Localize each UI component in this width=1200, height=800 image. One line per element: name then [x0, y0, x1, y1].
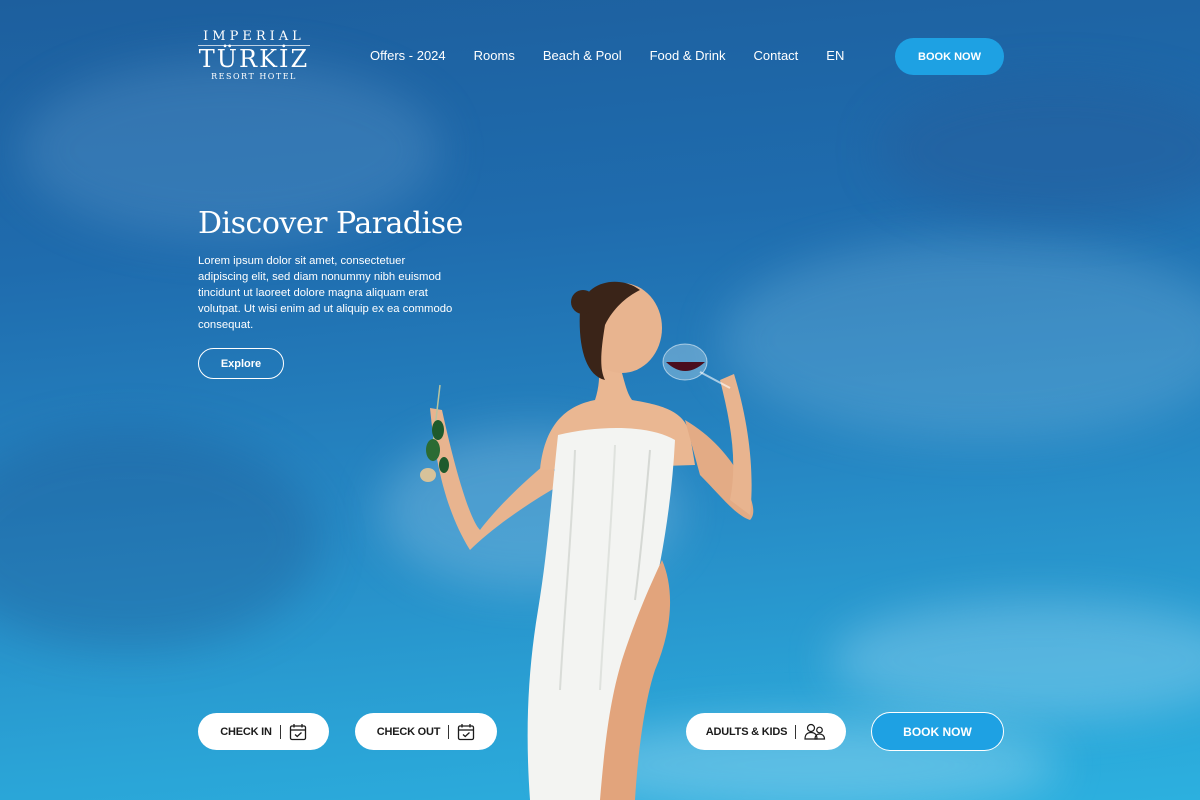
nav-item-offers[interactable]: Offers - 2024 [370, 48, 446, 64]
calendar-icon [458, 723, 475, 740]
guests-field[interactable]: ADULTS & KIDS [686, 713, 846, 750]
guests-label: ADULTS & KIDS [705, 725, 788, 738]
hero-title: Discover Paradise [198, 206, 463, 241]
check-out-label: CHECK OUT [376, 725, 441, 738]
nav-item-rooms[interactable]: Rooms [474, 48, 515, 64]
nav-item-food-drink[interactable]: Food & Drink [650, 48, 726, 64]
booking-book-now-button[interactable]: BOOK NOW [871, 712, 1004, 751]
divider [448, 724, 450, 739]
divider [795, 724, 797, 739]
guests-icon [804, 723, 826, 740]
explore-button[interactable]: Explore [198, 348, 284, 379]
logo-main-text: TÜRKİZ [198, 45, 310, 73]
logo-sub-text: RESORT HOTEL [211, 72, 297, 81]
main-nav: Offers - 2024 Rooms Beach & Pool Food & … [370, 48, 844, 64]
calendar-icon [289, 723, 306, 740]
check-in-field[interactable]: CHECK IN [198, 713, 329, 750]
hotel-logo[interactable]: IMPERIAL TÜRKİZ RESORT HOTEL [198, 30, 310, 82]
divider [279, 724, 281, 739]
nav-item-contact[interactable]: Contact [753, 48, 798, 64]
header-book-now-button[interactable]: BOOK NOW [895, 38, 1004, 75]
logo-top-text: IMPERIAL [203, 29, 305, 44]
check-out-field[interactable]: CHECK OUT [355, 713, 497, 750]
language-switcher[interactable]: EN [826, 48, 844, 64]
check-in-label: CHECK IN [220, 725, 272, 738]
nav-item-beach-pool[interactable]: Beach & Pool [543, 48, 622, 64]
